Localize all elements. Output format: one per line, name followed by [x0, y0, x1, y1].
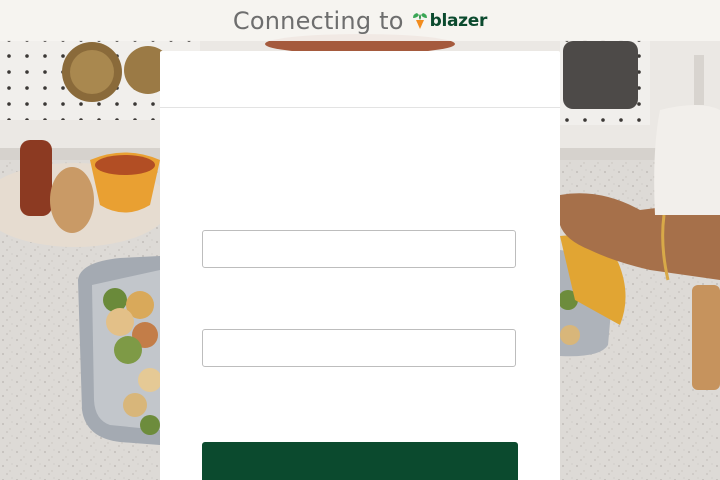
- connecting-label: Connecting to: [232, 6, 404, 35]
- brand-name: blazer: [429, 10, 488, 31]
- card-header: [160, 51, 560, 108]
- submit-button[interactable]: [202, 442, 518, 480]
- header-bar: Connecting to blazer: [0, 0, 720, 41]
- header-title: Connecting to blazer: [233, 7, 487, 35]
- sprout-icon: [412, 12, 427, 29]
- second-text-field[interactable]: [202, 329, 516, 367]
- login-card: [160, 51, 560, 480]
- login-page: Connecting to blazer: [0, 0, 720, 480]
- first-text-field[interactable]: [202, 230, 516, 268]
- brand-logo: blazer: [412, 11, 487, 31]
